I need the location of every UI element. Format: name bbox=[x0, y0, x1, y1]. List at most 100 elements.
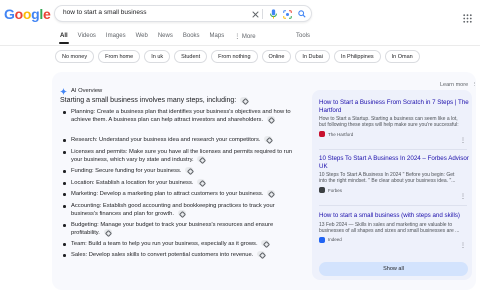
link-icon[interactable] bbox=[266, 190, 275, 197]
show-all-button[interactable]: Show all bbox=[319, 262, 468, 276]
bullet-text: Funding: Secure funding for your busines… bbox=[71, 168, 182, 174]
list-item: Sales: Develop sales skills to convert p… bbox=[62, 251, 302, 259]
search-tabs: All Videos Images Web News Books Maps ⋮ … bbox=[59, 33, 266, 44]
logo-letter: G bbox=[4, 6, 15, 22]
list-item: Team: Build a team to help you run your … bbox=[62, 240, 302, 248]
indeed-favicon-icon bbox=[319, 236, 325, 243]
tabs-divider bbox=[0, 45, 480, 46]
chip-from-nothing[interactable]: From nothing bbox=[211, 50, 258, 63]
bullet-text: Licenses and permits: Make sure you have… bbox=[71, 149, 293, 163]
card-divider bbox=[319, 205, 467, 206]
tab-all[interactable]: All bbox=[59, 33, 69, 44]
bullet-text: Budgeting: Manage your budget to track y… bbox=[71, 222, 274, 236]
link-icon[interactable] bbox=[197, 179, 206, 186]
source-attribution: Indeed bbox=[319, 236, 469, 243]
link-icon[interactable] bbox=[177, 210, 186, 217]
tab-videos[interactable]: Videos bbox=[78, 33, 96, 40]
bullet-text: Marketing: Develop a marketing plan to a… bbox=[71, 191, 264, 197]
bullet-text: Planning: Create a business plan that id… bbox=[71, 109, 291, 123]
link-icon[interactable] bbox=[261, 240, 270, 247]
link-icon[interactable] bbox=[185, 167, 194, 174]
list-item: Funding: Secure funding for your busines… bbox=[62, 167, 302, 175]
learn-more-link[interactable]: Learn more ⋮ bbox=[440, 82, 477, 88]
source-title[interactable]: How to Start a Business From Scratch in … bbox=[319, 99, 469, 114]
link-icon[interactable] bbox=[103, 229, 112, 236]
list-item: Marketing: Develop a marketing plan to a… bbox=[62, 190, 302, 198]
source-name: Forbes bbox=[328, 187, 343, 193]
chip-in-dubai[interactable]: In Dubai bbox=[295, 50, 330, 63]
chip-in-uk[interactable]: In uk bbox=[144, 50, 171, 63]
more-options-icon[interactable]: ⋮ bbox=[460, 193, 466, 200]
list-item: Location: Establish a location for your … bbox=[62, 179, 302, 187]
bullet-text: Location: Establish a location for your … bbox=[71, 180, 194, 186]
chip-in-philippines[interactable]: In Philippines bbox=[333, 50, 381, 63]
apps-grid-icon[interactable] bbox=[463, 10, 472, 23]
snippet-line: but following these steps will help make… bbox=[319, 122, 459, 129]
search-icon[interactable] bbox=[296, 8, 308, 20]
source-snippet: How to Start a Startup. Starting a busin… bbox=[319, 116, 469, 128]
chip-from-home[interactable]: From home bbox=[98, 50, 141, 63]
intro-text: Starting a small business involves many … bbox=[60, 97, 237, 104]
link-icon[interactable] bbox=[266, 116, 275, 123]
list-item: Accounting: Establish good accounting an… bbox=[62, 202, 302, 218]
source-attribution: The Hartford bbox=[319, 131, 469, 138]
source-attribution: Forbes bbox=[319, 187, 469, 194]
search-input[interactable]: how to start a small business bbox=[63, 9, 146, 16]
mic-icon[interactable] bbox=[267, 8, 279, 20]
chip-no-money[interactable]: No money bbox=[55, 50, 95, 63]
bullet-text: Research: Understand your business idea … bbox=[71, 137, 261, 143]
tools-button[interactable]: Tools bbox=[296, 33, 310, 39]
refinement-chips: No money From home In uk Student From no… bbox=[55, 50, 424, 63]
learn-more-label[interactable]: Learn more bbox=[440, 82, 468, 88]
link-icon[interactable] bbox=[197, 156, 206, 163]
bullet-text: Team: Build a team to help you run your … bbox=[71, 241, 258, 247]
source-card[interactable]: 10 Steps To Start A Business In 2024 – F… bbox=[319, 155, 469, 194]
google-logo[interactable]: Google bbox=[4, 6, 51, 22]
snippet-line: into the right mindset. " Be clear about… bbox=[319, 178, 456, 185]
source-title[interactable]: How to start a small business (with step… bbox=[319, 212, 469, 220]
snippet-line: 13 Feb 2024 — Skills in sales and market… bbox=[319, 221, 453, 228]
bullet-text: Accounting: Establish good accounting an… bbox=[71, 203, 275, 217]
snippet-line: businesses of all shapes and sizes and s… bbox=[319, 227, 460, 234]
chip-online[interactable]: Online bbox=[261, 50, 292, 63]
forbes-favicon-icon bbox=[319, 187, 325, 194]
source-title[interactable]: 10 Steps To Start A Business In 2024 – F… bbox=[319, 155, 469, 170]
more-options-icon[interactable]: ⋮ bbox=[472, 82, 478, 88]
logo-letter: e bbox=[42, 6, 51, 22]
tab-more[interactable]: ⋮ More bbox=[234, 33, 255, 40]
list-item: Planning: Create a business plan that id… bbox=[62, 108, 302, 124]
more-options-icon[interactable]: ⋮ bbox=[460, 137, 466, 144]
source-card[interactable]: How to Start a Business From Scratch in … bbox=[319, 99, 469, 138]
more-options-icon[interactable]: ⋮ bbox=[460, 242, 466, 249]
link-icon[interactable] bbox=[264, 136, 273, 143]
lens-icon[interactable] bbox=[281, 8, 293, 20]
source-card[interactable]: How to start a small business (with step… bbox=[319, 212, 469, 243]
source-name: Indeed bbox=[328, 237, 342, 243]
source-name: The Hartford bbox=[328, 131, 354, 137]
ai-overview-intro: Starting a small business involves many … bbox=[60, 97, 249, 104]
source-snippet: 13 Feb 2024 — Skills in sales and market… bbox=[319, 222, 469, 234]
card-divider bbox=[319, 149, 467, 150]
tab-images[interactable]: Images bbox=[106, 33, 126, 40]
tab-web[interactable]: Web bbox=[136, 33, 148, 40]
chip-student[interactable]: Student bbox=[174, 50, 208, 63]
search-divider bbox=[262, 9, 263, 19]
list-item: Licenses and permits: Make sure you have… bbox=[62, 148, 302, 164]
close-icon[interactable] bbox=[249, 8, 261, 20]
list-item: Budgeting: Manage your budget to track y… bbox=[62, 221, 302, 237]
tab-news[interactable]: News bbox=[158, 33, 173, 40]
logo-letter: o bbox=[22, 6, 32, 22]
hartford-favicon-icon bbox=[319, 131, 325, 138]
chip-in-oman[interactable]: In Oman bbox=[384, 50, 420, 63]
source-cards: How to Start a Business From Scratch in … bbox=[312, 90, 472, 280]
tab-books[interactable]: Books bbox=[183, 33, 200, 40]
tab-maps[interactable]: Maps bbox=[210, 33, 225, 40]
link-icon[interactable] bbox=[240, 97, 249, 104]
logo-letter: o bbox=[14, 6, 24, 22]
search-box[interactable]: how to start a small business bbox=[54, 5, 312, 22]
link-icon[interactable] bbox=[257, 251, 265, 258]
bullet-text: Sales: Develop sales skills to convert p… bbox=[71, 252, 254, 258]
source-snippet: 10 Steps To Start A Business In 2024 " B… bbox=[319, 172, 469, 184]
list-item: Research: Understand your business idea … bbox=[62, 136, 302, 144]
ai-overview-title: AI Overview bbox=[71, 88, 103, 94]
